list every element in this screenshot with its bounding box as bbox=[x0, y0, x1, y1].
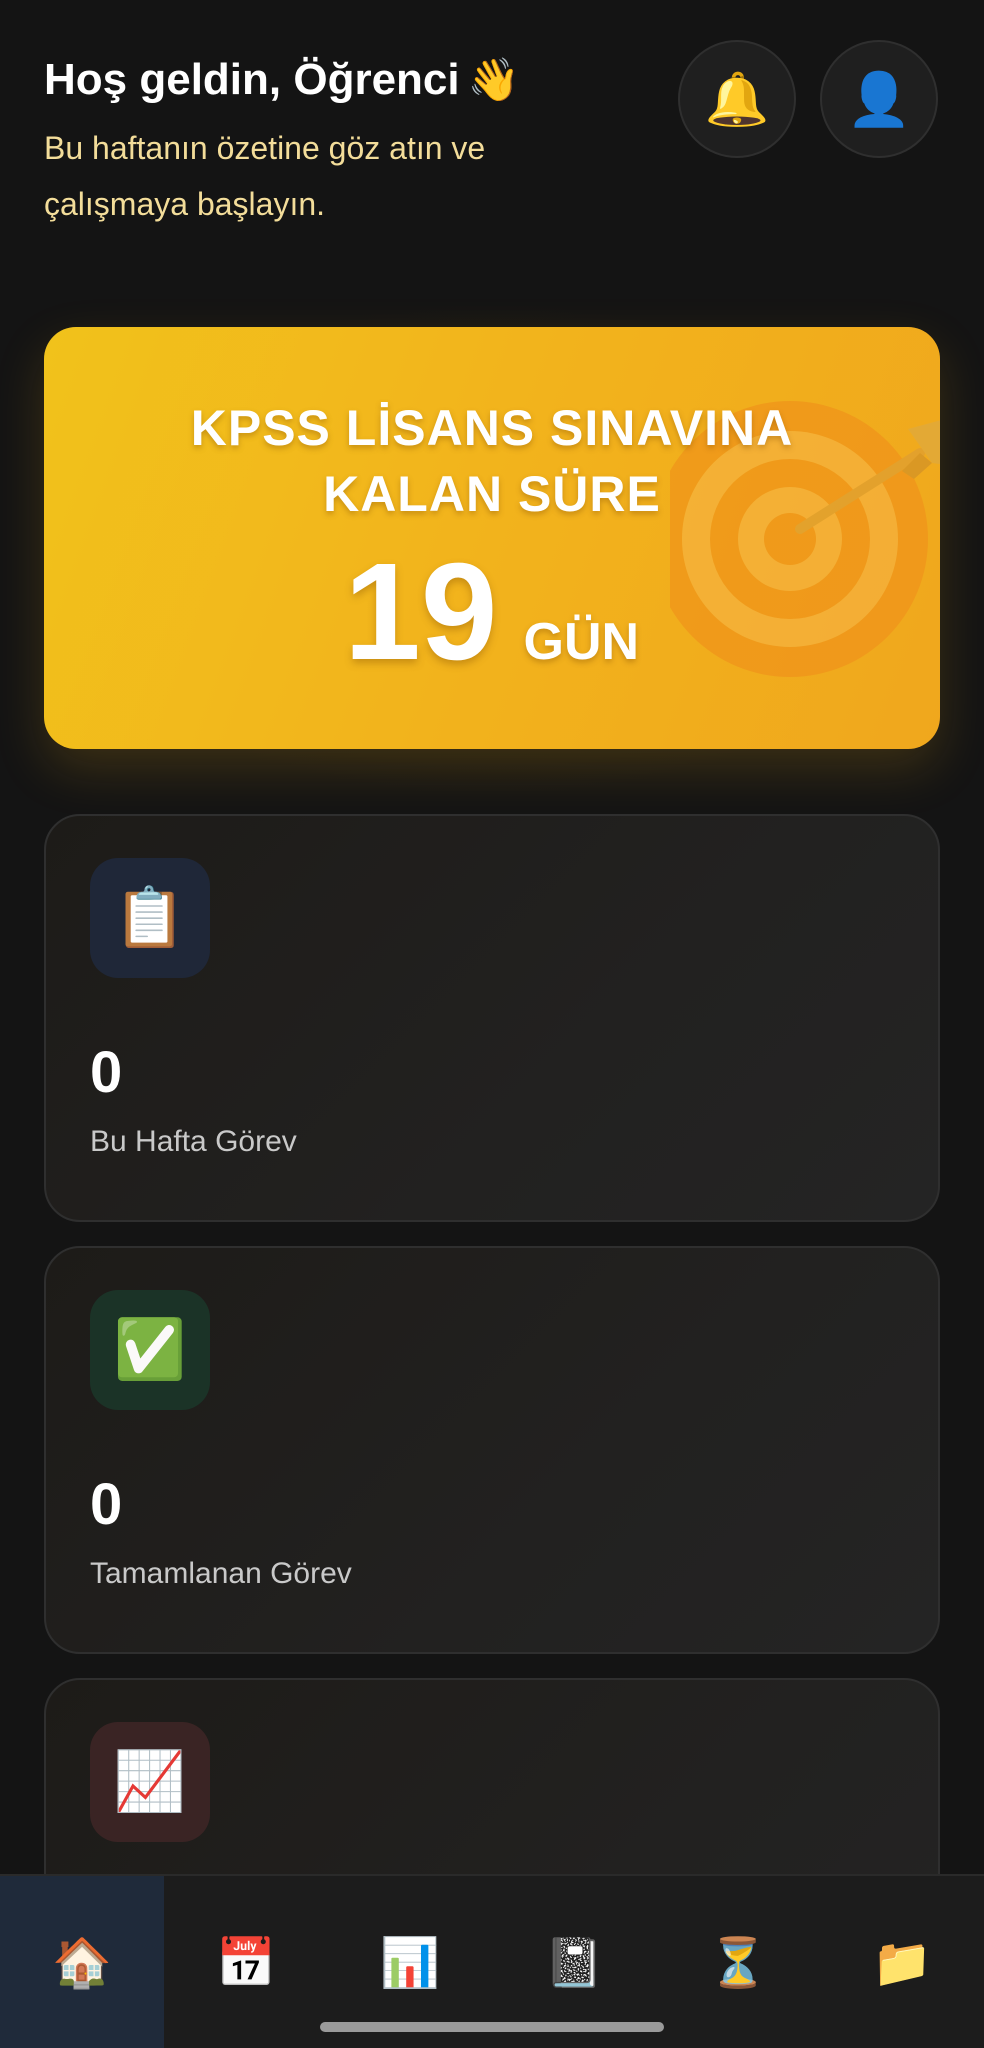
nav-item-timer[interactable]: ⏳ bbox=[656, 1876, 820, 2048]
completed-tasks-label: Tamamlanan Görev bbox=[90, 1557, 352, 1590]
home-icon: 🏠 bbox=[52, 1937, 112, 1990]
nav-item-files[interactable]: 📁 bbox=[820, 1876, 984, 2048]
days-unit: GÜN bbox=[523, 613, 640, 671]
greeting-text: Hoş geldin, Öğrenci bbox=[44, 55, 460, 104]
notebook-icon: 📓 bbox=[544, 1937, 604, 1990]
clipboard-icon: 📋 bbox=[90, 858, 210, 978]
bell-icon: 🔔 bbox=[704, 70, 770, 129]
greeting-title: Hoş geldin, Öğrenci 👋 bbox=[44, 48, 604, 112]
nav-item-home[interactable]: 🏠 bbox=[0, 1876, 164, 2048]
check-mark-icon: ✅ bbox=[90, 1290, 210, 1410]
weekly-tasks-card[interactable]: 📋 0 Bu Hafta Görev bbox=[44, 814, 940, 1222]
home-indicator bbox=[320, 2022, 664, 2032]
exam-countdown-card: KPSS LİSANS SINAVINA KALAN SÜRE 19 GÜN bbox=[44, 327, 940, 749]
completed-tasks-value: 0 bbox=[90, 1472, 123, 1537]
folder-icon: 📁 bbox=[872, 1937, 932, 1990]
greeting-subtitle: Bu haftanın özetine göz atın ve çalışmay… bbox=[44, 130, 486, 222]
days-remaining: 19 bbox=[344, 535, 498, 689]
nav-item-calendar[interactable]: 📅 bbox=[164, 1876, 328, 2048]
header: Hoş geldin, Öğrenci 👋 Bu haftanın özetine… bbox=[44, 48, 604, 232]
countdown-title-line1: KPSS LİSANS SINAVINA bbox=[190, 400, 794, 456]
user-icon: 👤 bbox=[846, 70, 912, 129]
hourglass-icon: ⏳ bbox=[708, 1937, 768, 1990]
calendar-icon: 📅 bbox=[216, 1937, 276, 1990]
countdown-value: 19 GÜN bbox=[344, 537, 744, 687]
dashboard-page: Hoş geldin, Öğrenci 👋 Bu haftanın özetine… bbox=[0, 0, 984, 2048]
notifications-button[interactable]: 🔔 bbox=[678, 40, 796, 158]
chart-increasing-icon: 📈 bbox=[90, 1722, 210, 1842]
profile-button[interactable]: 👤 bbox=[820, 40, 938, 158]
bar-chart-icon: 📊 bbox=[380, 1937, 440, 1990]
waving-hand-icon: 👋 bbox=[467, 56, 520, 103]
countdown-title-line2: KALAN SÜRE bbox=[323, 466, 661, 522]
weekly-tasks-value: 0 bbox=[90, 1040, 123, 1105]
weekly-tasks-label: Bu Hafta Görev bbox=[90, 1125, 297, 1158]
completed-tasks-card[interactable]: ✅ 0 Tamamlanan Görev bbox=[44, 1246, 940, 1654]
